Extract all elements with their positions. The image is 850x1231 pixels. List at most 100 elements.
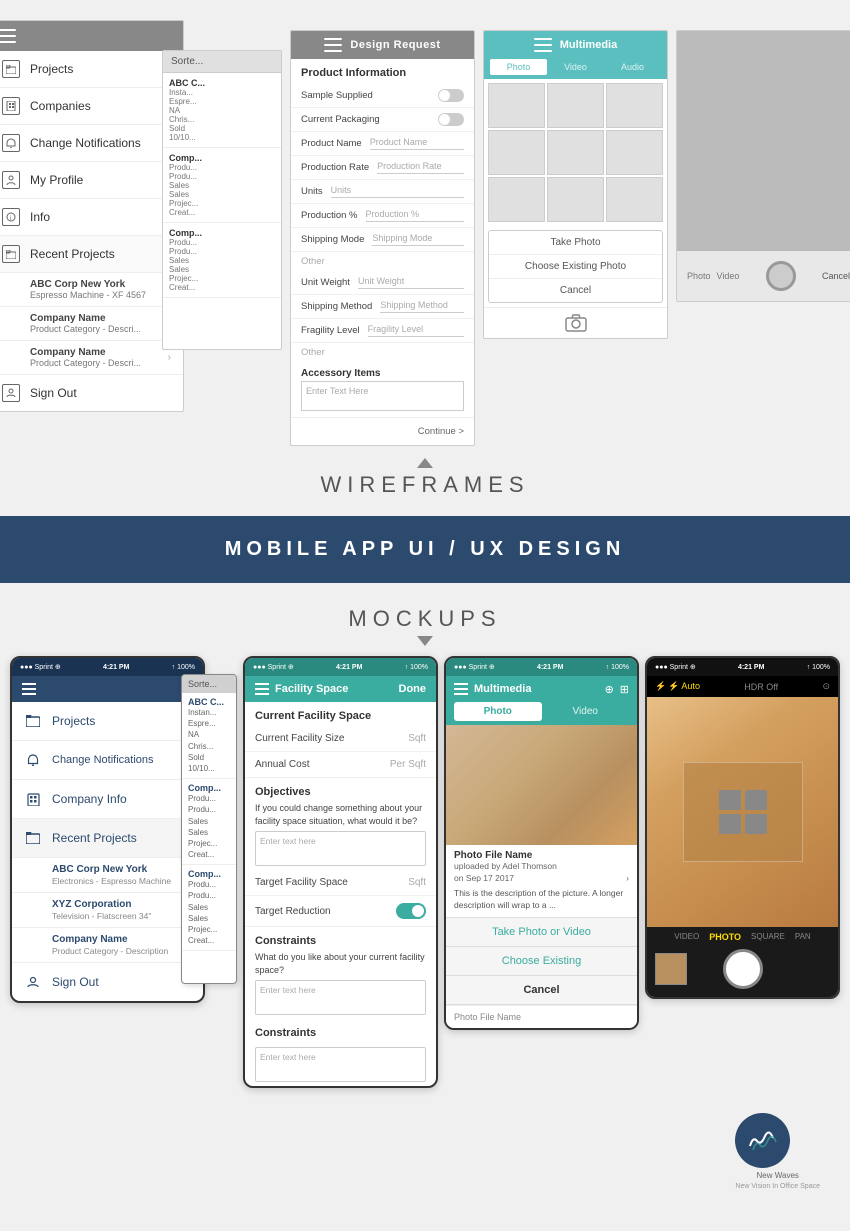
status-time: 4:21 PM xyxy=(336,664,362,671)
photo-cell[interactable] xyxy=(606,130,663,175)
production-pct-input[interactable]: Production % xyxy=(366,209,464,222)
choose-existing-btn[interactable]: Choose Existing Photo xyxy=(489,255,662,279)
recent-projects-label: Recent Projects xyxy=(52,831,137,845)
photo-main xyxy=(446,725,637,845)
mock-nav-projects[interactable]: Projects xyxy=(12,702,203,741)
sub-desc: Television - Flatscreen 34" xyxy=(52,911,151,921)
production-rate-input[interactable]: Production Rate xyxy=(377,161,464,174)
fragility-input[interactable]: Fragility Level xyxy=(368,324,464,337)
info-icon: i xyxy=(2,208,20,226)
mock-company-info-label: Company Info xyxy=(52,792,127,806)
square-mode[interactable]: SQUARE xyxy=(751,932,785,942)
take-photo-btn[interactable]: Take Photo xyxy=(489,231,662,255)
pan-mode[interactable]: PAN xyxy=(795,932,811,942)
mock-nav-company-info[interactable]: Company Info xyxy=(12,780,203,819)
camera-cancel-btn[interactable]: Cancel xyxy=(822,271,850,281)
new-waves-logo: New Waves New Vision In Office Space xyxy=(735,1113,820,1190)
units-input[interactable]: Units xyxy=(331,185,464,198)
photo-cell[interactable] xyxy=(488,130,545,175)
tab-video[interactable]: Video xyxy=(547,59,604,75)
mock-nav-change-notif[interactable]: Change Notifications xyxy=(12,741,203,780)
unit-weight-input[interactable]: Unit Weight xyxy=(358,276,464,289)
constraints2-textarea[interactable]: Enter text here xyxy=(255,1047,426,1082)
photo-mode[interactable]: PHOTO xyxy=(709,932,741,942)
constraints-title: Constraints xyxy=(245,927,436,951)
hamburger-icon[interactable] xyxy=(255,683,269,695)
product-name-input[interactable]: Product Name xyxy=(370,137,464,150)
list-item-1[interactable]: ABC C... Insta...Espre...NAChris...Sold1… xyxy=(163,73,281,148)
flash-control[interactable]: ⚡ ⚡ Auto xyxy=(655,681,700,692)
shutter-button[interactable] xyxy=(723,949,763,989)
nav-item-projects[interactable]: Projects xyxy=(0,51,183,88)
done-button[interactable]: Done xyxy=(399,683,427,695)
video-mode[interactable]: Video xyxy=(717,271,740,281)
nav-item-info[interactable]: i Info xyxy=(0,199,183,236)
cancel-btn[interactable]: Cancel xyxy=(489,279,662,302)
tab-audio[interactable]: Audio xyxy=(604,59,661,75)
nav-item-recent-projects[interactable]: Recent Projects ▾ xyxy=(0,236,183,273)
reduction-toggle[interactable] xyxy=(396,903,426,919)
mock-projects-label: Projects xyxy=(52,714,95,728)
sub-item-title: ABC Corp New York xyxy=(30,279,146,290)
mock-sub-item-3[interactable]: Company Name Product Category - Descript… xyxy=(12,928,203,963)
mock-list-item-2[interactable]: Comp... Produ...Produ...SalesSalesProjec… xyxy=(182,779,236,865)
list-item-2[interactable]: Comp... Produ...Produ...SalesSalesProjec… xyxy=(163,148,281,223)
list-item-3[interactable]: Comp... Produ...Produ...SalesSalesProjec… xyxy=(163,223,281,298)
tab-photo[interactable]: Photo xyxy=(454,702,542,721)
mock-sign-out[interactable]: Sign Out xyxy=(12,963,203,1001)
photo-cell[interactable] xyxy=(547,130,604,175)
wf-sub-item-1[interactable]: ABC Corp New York Espresso Machine - XF … xyxy=(0,273,183,307)
target-reduction-row: Target Reduction xyxy=(245,896,436,927)
wf-nav-phone: Projects Companies Change Notifications … xyxy=(0,20,184,412)
photo-cell[interactable] xyxy=(488,83,545,128)
nav-sign-out[interactable]: Sign Out xyxy=(0,375,183,411)
accessory-textarea[interactable]: Enter Text Here xyxy=(301,381,464,411)
photo-cell[interactable] xyxy=(606,83,663,128)
nav-projects-label: Projects xyxy=(30,62,73,76)
objectives-textarea[interactable]: Enter text here xyxy=(255,831,426,866)
product-info-title: Product Information xyxy=(291,59,474,84)
constraints-textarea[interactable]: Enter text here xyxy=(255,980,426,1015)
nav-item-companies[interactable]: Companies xyxy=(0,88,183,125)
wf-sub-item-3[interactable]: Company Name Product Category - Descri..… xyxy=(0,341,183,375)
packaging-toggle[interactable] xyxy=(438,113,464,126)
hdr-control[interactable]: HDR Off xyxy=(744,682,778,692)
target-facility-row: Target Facility Space Sqft xyxy=(245,870,436,896)
media-icons: ⊕ ⊞ xyxy=(605,683,629,696)
continue-button[interactable]: Continue > xyxy=(291,417,474,445)
mock-sub-item-2[interactable]: XYZ Corporation Television - Flatscreen … xyxy=(12,893,203,928)
wf-sub-item-2[interactable]: Company Name Product Category - Descri..… xyxy=(0,307,183,341)
hamburger-icon[interactable] xyxy=(22,683,36,695)
nav-item-profile[interactable]: My Profile xyxy=(0,162,183,199)
take-photo-video-btn[interactable]: Take Photo or Video xyxy=(446,918,637,947)
photo-cell[interactable] xyxy=(606,177,663,222)
sample-toggle[interactable] xyxy=(438,89,464,102)
video-mode[interactable]: VIDEO xyxy=(674,932,699,942)
multimedia-header: Multimedia ⊕ ⊞ xyxy=(446,676,637,702)
cancel-btn[interactable]: Cancel xyxy=(446,976,637,1005)
status-left: ●●● Sprint ⊕ xyxy=(454,663,495,671)
photo-cell[interactable] xyxy=(488,177,545,222)
thumbnail[interactable] xyxy=(655,953,687,985)
photo-description: This is the description of the picture. … xyxy=(454,888,629,912)
sub-desc: Product Category - Description xyxy=(52,946,168,956)
tab-video[interactable]: Video xyxy=(542,702,630,721)
status-right: ↑ 100% xyxy=(606,664,629,671)
mockups-grid: ●●● Sprint ⊕ 4:21 PM ↑ 100% Projects xyxy=(10,656,840,1088)
tab-photo[interactable]: Photo xyxy=(490,59,547,75)
camera-switch-icon[interactable]: ⊙ xyxy=(822,681,830,692)
wireframes-label: WIREFRAMES xyxy=(20,446,830,506)
photo-mode[interactable]: Photo xyxy=(687,271,711,281)
shutter-button[interactable] xyxy=(766,261,796,291)
photo-cell[interactable] xyxy=(547,177,604,222)
mock-sub-item-1[interactable]: ABC Corp New York Electronics - Espresso… xyxy=(12,858,203,893)
hamburger-icon[interactable] xyxy=(454,683,468,695)
nav-item-change-notif[interactable]: Change Notifications xyxy=(0,125,183,162)
mock-recent-projects[interactable]: Recent Projects ▾ xyxy=(12,819,203,858)
shipping-method-input[interactable]: Shipping Method xyxy=(380,300,464,313)
choose-existing-btn[interactable]: Choose Existing xyxy=(446,947,637,976)
mock-list-item-3[interactable]: Comp... Produ...Produ...SalesSalesProjec… xyxy=(182,865,236,951)
photo-cell[interactable] xyxy=(547,83,604,128)
mock-list-item-1[interactable]: ABC C... Instan...Espre...NAChris...Sold… xyxy=(182,693,236,779)
shipping-mode-input[interactable]: Shipping Mode xyxy=(372,233,464,246)
